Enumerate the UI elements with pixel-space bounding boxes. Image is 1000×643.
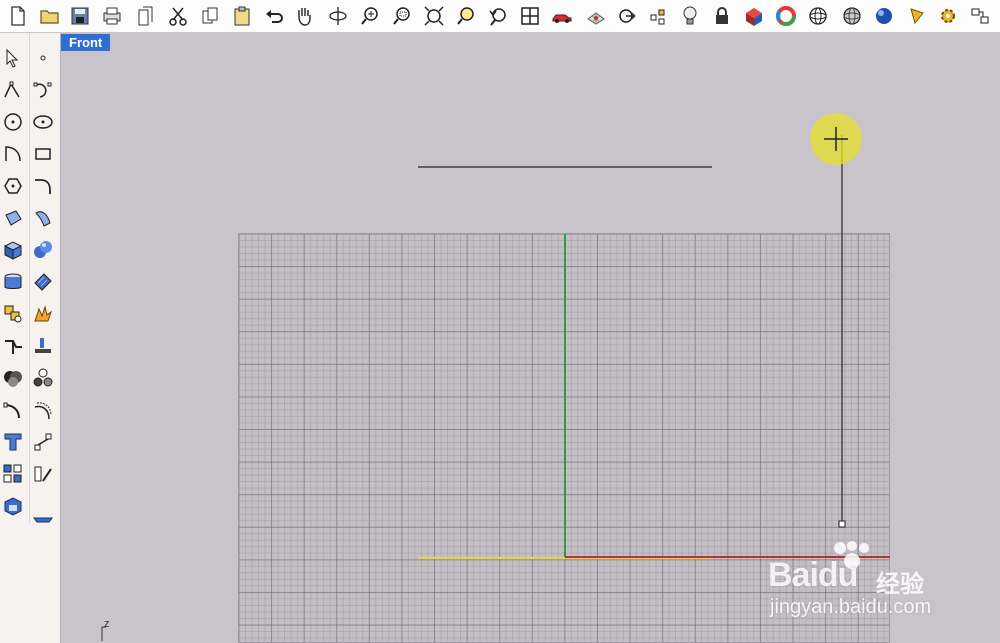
orient-icon[interactable]	[30, 461, 56, 487]
undo-view-icon[interactable]	[486, 4, 510, 28]
settings-gear-icon[interactable]	[936, 4, 960, 28]
save-icon[interactable]	[68, 4, 92, 28]
arc-icon[interactable]	[0, 141, 26, 167]
main-toolbar	[0, 0, 1000, 33]
four-viewports-icon[interactable]	[518, 4, 542, 28]
text-icon[interactable]	[0, 429, 26, 455]
color-wheel-icon[interactable]	[774, 4, 798, 28]
wireframe-sphere-icon[interactable]	[806, 4, 830, 28]
copy-icon[interactable]	[198, 4, 222, 28]
new-file-icon[interactable]	[6, 4, 30, 28]
polyline-icon[interactable]	[0, 77, 26, 103]
zoom-in-icon[interactable]	[358, 4, 382, 28]
rotate-view-icon[interactable]	[326, 4, 350, 28]
select-icon[interactable]	[0, 45, 26, 71]
plane-surface-icon[interactable]	[30, 269, 56, 295]
paste-icon[interactable]	[230, 4, 254, 28]
sphere-solid-icon[interactable]	[30, 237, 56, 263]
car-icon[interactable]	[550, 4, 574, 28]
z-axis-label: z	[104, 618, 110, 630]
fillet-icon[interactable]	[0, 397, 26, 423]
print-icon[interactable]	[100, 4, 124, 28]
zoom-selected-icon[interactable]	[454, 4, 478, 28]
render-sphere-icon[interactable]	[872, 4, 896, 28]
watermark-brand: Baidu	[768, 556, 858, 594]
point-icon[interactable]	[30, 45, 56, 71]
pan-hand-icon[interactable]	[292, 4, 316, 28]
grid-plane-icon[interactable]	[584, 4, 608, 28]
dimension-icon[interactable]	[30, 429, 56, 455]
point-highlight-icon[interactable]	[646, 4, 670, 28]
rectangle-icon[interactable]	[30, 141, 56, 167]
cylinder-solid-icon[interactable]	[0, 269, 26, 295]
zoom-window-icon[interactable]	[390, 4, 414, 28]
transform-icon[interactable]	[0, 301, 26, 327]
snap-toggle-icon[interactable]	[968, 4, 992, 28]
watermark-url: jingyan.baidu.com	[770, 596, 932, 618]
gumball-icon[interactable]	[614, 4, 638, 28]
undo-icon[interactable]	[262, 4, 286, 28]
grid-sphere-icon[interactable]	[840, 4, 864, 28]
circle-icon[interactable]	[0, 109, 26, 135]
polygon-icon[interactable]	[0, 173, 26, 199]
ellipse-icon[interactable]	[30, 109, 56, 135]
explode-icon[interactable]	[30, 301, 56, 327]
solid-tools-icon[interactable]	[0, 493, 26, 519]
boolean-icon[interactable]	[0, 365, 26, 391]
array-icon[interactable]	[0, 461, 26, 487]
split-icon[interactable]	[0, 333, 26, 359]
light-bulb-icon[interactable]	[678, 4, 702, 28]
boolean-split-icon[interactable]	[30, 365, 56, 391]
sweep-surface-icon[interactable]	[30, 205, 56, 231]
zoom-extents-icon[interactable]	[422, 4, 446, 28]
fillet-curve-icon[interactable]	[30, 173, 56, 199]
box-solid-icon[interactable]	[0, 237, 26, 263]
offset-icon[interactable]	[30, 397, 56, 423]
lock-icon[interactable]	[710, 4, 734, 28]
layout-icon[interactable]	[30, 502, 56, 528]
copy-document-icon[interactable]	[134, 4, 158, 28]
cut-icon[interactable]	[166, 4, 190, 28]
viewport-title-tab[interactable]: Front	[61, 34, 111, 51]
watermark-cn: 经验	[876, 570, 924, 598]
trim-icon[interactable]	[30, 333, 56, 359]
pen-icon[interactable]	[906, 4, 930, 28]
shade-icon[interactable]	[742, 4, 766, 28]
curve-icon[interactable]	[30, 77, 56, 103]
open-folder-icon[interactable]	[38, 4, 62, 28]
surface-icon[interactable]	[0, 205, 26, 231]
